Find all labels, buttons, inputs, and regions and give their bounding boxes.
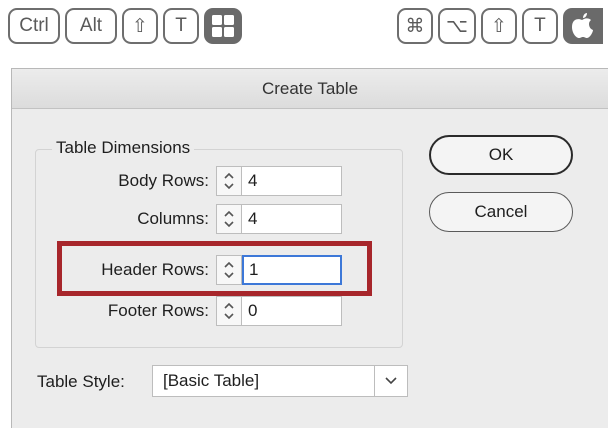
ok-button[interactable]: OK xyxy=(429,135,573,175)
key-command: ⌘ xyxy=(397,8,433,44)
windows-logo-icon xyxy=(204,8,242,44)
stepper-arrows-icon xyxy=(224,302,234,320)
screen: Ctrl Alt ⇧ T ⌘ ⌥ ⇧ T Create Table Table … xyxy=(0,0,608,428)
key-option: ⌥ xyxy=(438,8,476,44)
header-rows-highlight xyxy=(57,241,372,296)
body-rows-label: Body Rows: xyxy=(118,171,209,190)
table-style-value: [Basic Table] xyxy=(163,371,260,390)
key-shift: ⇧ xyxy=(122,8,158,44)
chevron-down-icon[interactable] xyxy=(374,366,407,396)
footer-rows-stepper[interactable] xyxy=(216,296,242,326)
footer-rows-label: Footer Rows: xyxy=(107,301,209,320)
dialog-title: Create Table xyxy=(12,69,608,109)
key-alt: Alt xyxy=(65,8,117,44)
stepper-arrows-icon xyxy=(224,172,234,190)
footer-rows-row: Footer Rows: 0 xyxy=(23,296,342,326)
columns-input[interactable]: 4 xyxy=(242,204,342,234)
columns-row: Columns: 4 xyxy=(23,204,342,234)
key-shift: ⇧ xyxy=(480,8,517,44)
key-t: T xyxy=(521,8,558,44)
apple-logo-icon xyxy=(562,8,603,44)
body-rows-input[interactable]: 4 xyxy=(242,166,342,196)
table-style-select[interactable]: [Basic Table] xyxy=(152,365,408,397)
body-rows-stepper[interactable] xyxy=(216,166,242,196)
cancel-button[interactable]: Cancel xyxy=(429,192,573,232)
key-t: T xyxy=(163,8,199,44)
group-title: Table Dimensions xyxy=(52,138,195,158)
stepper-arrows-icon xyxy=(224,210,234,228)
mac-shortcut: ⌘ ⌥ ⇧ T xyxy=(397,8,603,44)
key-ctrl: Ctrl xyxy=(8,8,60,44)
body-rows-row: Body Rows: 4 xyxy=(23,166,342,196)
columns-label: Columns: xyxy=(137,209,209,228)
table-style-label: Table Style: xyxy=(37,372,125,391)
windows-shortcut: Ctrl Alt ⇧ T xyxy=(8,8,242,44)
footer-rows-input[interactable]: 0 xyxy=(242,296,342,326)
columns-stepper[interactable] xyxy=(216,204,242,234)
